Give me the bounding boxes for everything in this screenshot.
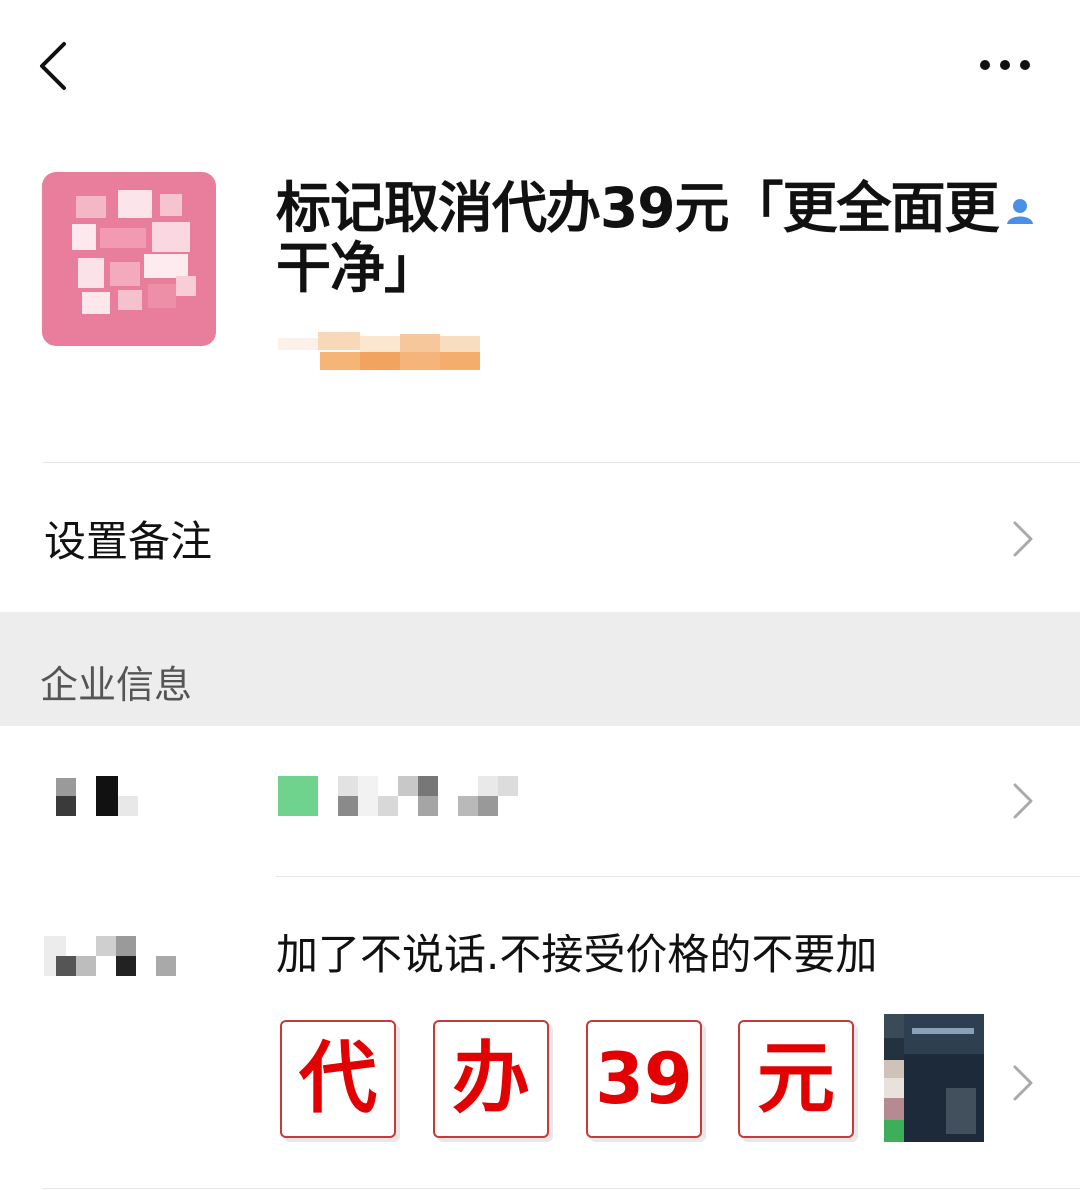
profile-title: 标记取消代办39元「更全面更干净」 [276, 178, 1000, 296]
thumbnail-image[interactable]: 39 [586, 1020, 702, 1138]
pixel-block [884, 1098, 904, 1120]
pixel-block [418, 796, 438, 816]
chevron-right-icon [1012, 782, 1034, 820]
pixel-block [884, 1078, 904, 1098]
pixel-block [884, 1120, 904, 1142]
pixel-block [478, 796, 498, 816]
pixel-block [458, 796, 478, 816]
pixel-block [498, 776, 518, 796]
pixel-block [338, 796, 358, 816]
more-dots-icon [980, 60, 1030, 70]
pixel-block [884, 1060, 904, 1078]
set-remark-label: 设置备注 [44, 517, 213, 566]
pixel-block [56, 956, 76, 976]
pixel-block [118, 796, 138, 816]
more-options-button[interactable] [968, 40, 1048, 90]
enterprise-description: 加了不说话.不接受价格的不要加 [276, 930, 878, 979]
pixel-block [156, 956, 176, 976]
pixel-block [378, 796, 398, 816]
pixel-block [904, 1014, 984, 1054]
thumbnail-image[interactable]: 代 [280, 1020, 396, 1138]
pixel-block [946, 1088, 976, 1134]
pixel-block [884, 1014, 904, 1038]
section-title: 企业信息 [40, 663, 193, 707]
pixel-block [56, 778, 76, 796]
back-button[interactable] [26, 30, 86, 100]
chevron-right-icon [1012, 1064, 1034, 1102]
contact-person-icon [1004, 196, 1036, 226]
thumbnail-photo[interactable] [884, 1014, 984, 1142]
pixel-block [96, 936, 116, 956]
pixel-block [418, 776, 438, 796]
pixel-block [96, 776, 118, 816]
pixel-block [912, 1028, 974, 1034]
avatar[interactable] [42, 172, 216, 346]
pixel-block [884, 1038, 904, 1060]
account-id-blurred [278, 332, 482, 374]
pixel-block [116, 936, 136, 956]
pixel-block [478, 776, 498, 796]
pixel-block [338, 776, 358, 796]
pixel-block [116, 956, 136, 976]
chevron-right-icon [1012, 520, 1034, 558]
pixel-block [358, 776, 378, 816]
pixel-block [76, 956, 96, 976]
chevron-left-icon [40, 42, 66, 90]
enterprise-info-row[interactable] [0, 726, 1080, 876]
thumbnail-image[interactable]: 元 [738, 1020, 854, 1138]
divider [42, 1188, 1080, 1189]
pixel-block [398, 776, 418, 796]
thumbnail-image[interactable]: 办 [433, 1020, 549, 1138]
row-value-blurred [278, 776, 318, 816]
